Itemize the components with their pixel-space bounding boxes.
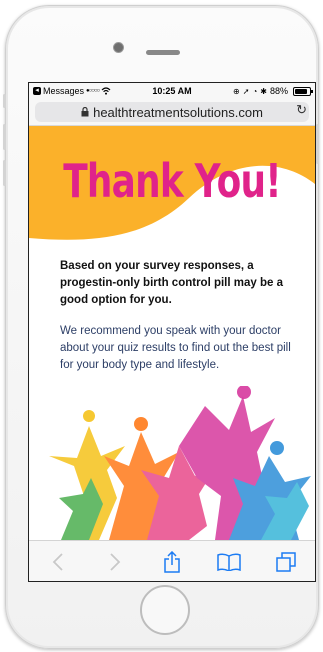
bluetooth-icon: ✱ xyxy=(260,86,267,96)
battery-icon xyxy=(293,86,313,96)
url-text[interactable]: healthtreatmentsolutions.com xyxy=(93,105,263,120)
tabs-button[interactable] xyxy=(271,547,301,577)
back-button[interactable] xyxy=(43,547,73,577)
power-button xyxy=(316,124,319,164)
share-button[interactable] xyxy=(157,547,187,577)
chevron-right-icon xyxy=(110,553,121,571)
front-camera xyxy=(113,42,124,53)
status-bar: ◂ Messages ●○○○○ 10:25 AM ⊕ ➚ ◔ ✱ 88% xyxy=(29,83,315,99)
address-bar[interactable]: healthtreatmentsolutions.com xyxy=(35,102,309,122)
book-icon xyxy=(217,553,241,571)
forward-button[interactable] xyxy=(100,547,130,577)
battery-percent: 88% xyxy=(269,86,288,96)
alarm-icon: ◔ xyxy=(252,86,258,96)
lock-icon xyxy=(81,107,89,117)
volume-down-button xyxy=(3,160,6,186)
earpiece-speaker xyxy=(146,50,180,55)
location-icon: ➚ xyxy=(242,86,250,96)
home-button[interactable] xyxy=(140,585,190,635)
bookmarks-button[interactable] xyxy=(214,547,244,577)
page-title: Thank You! xyxy=(63,154,281,208)
chevron-left-icon xyxy=(52,553,63,571)
mute-switch xyxy=(3,94,6,108)
share-icon xyxy=(164,551,180,573)
web-page-content: Thank You! Based on your survey response… xyxy=(29,126,315,540)
rotation-lock-icon: ⊕ xyxy=(233,86,240,96)
browser-toolbar xyxy=(29,540,315,581)
volume-up-button xyxy=(3,124,6,150)
dancing-people-illustration xyxy=(49,386,311,540)
reload-icon[interactable]: ↻ xyxy=(296,102,307,118)
survey-result-text: Based on your survey responses, a proges… xyxy=(60,260,283,306)
phone-screen: ◂ Messages ●○○○○ 10:25 AM ⊕ ➚ ◔ ✱ 88% he… xyxy=(28,82,316,582)
tabs-icon xyxy=(276,552,297,572)
doctor-recommendation-text: We recommend you speak with your doctor … xyxy=(60,325,291,371)
browser-address-area: healthtreatmentsolutions.com ↻ xyxy=(29,99,315,126)
